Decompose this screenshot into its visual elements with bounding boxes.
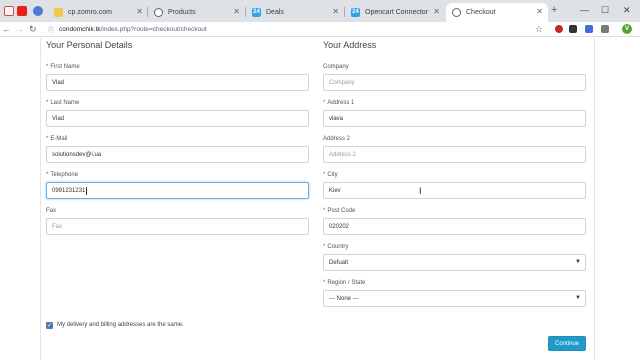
city-input[interactable]: Kiev <box>323 182 586 199</box>
tab-strip: cp.zomro.com ✕ Products ✕ 24 Deals ✕ 24 … <box>0 0 640 22</box>
required-marker: * <box>323 172 326 178</box>
city-label: * City <box>323 172 338 178</box>
tab-cp-zomro[interactable]: cp.zomro.com ✕ <box>48 3 148 22</box>
last-name-label: * Last Name <box>46 100 80 106</box>
info-icon[interactable]: ⓘ <box>48 25 54 34</box>
extension-icon[interactable] <box>585 25 593 33</box>
required-marker: * <box>46 64 49 70</box>
tab-checkout[interactable]: Checkout ✕ <box>446 3 548 22</box>
address2-label: Address 2 <box>323 136 351 142</box>
email-input[interactable]: solutionsdev@i.ua <box>46 146 309 163</box>
pinned-tab-settings-icon[interactable] <box>33 6 43 16</box>
first-name-label: * First Name <box>46 64 80 70</box>
close-window-icon[interactable]: ✕ <box>623 5 631 16</box>
bookmark-star-icon[interactable]: ☆ <box>535 24 543 35</box>
bitrix24-icon: 24 <box>252 8 261 17</box>
postcode-label: * Post Code <box>323 208 356 214</box>
region-label: * Region / State <box>323 280 366 286</box>
telephone-label: * Telephone <box>46 172 79 178</box>
telephone-input[interactable]: 0991231231 <box>46 182 309 199</box>
maximize-icon[interactable]: ☐ <box>601 5 609 16</box>
close-icon[interactable]: ✕ <box>332 8 339 16</box>
tab-opencart-connector[interactable]: 24 Opencart Connector ✕ <box>345 3 445 22</box>
mouse-ibeam-cursor-icon: I <box>419 186 422 196</box>
region-select[interactable]: --- None --- ▼ <box>323 290 586 307</box>
address-title: Your Address <box>323 40 377 50</box>
address1-input[interactable]: vlava <box>323 110 586 127</box>
required-marker: * <box>323 208 326 214</box>
extension-icon[interactable] <box>555 25 563 33</box>
url-host: condomchik.tk <box>59 26 101 33</box>
extension-icon[interactable] <box>601 25 609 33</box>
back-icon[interactable]: ← <box>2 24 11 35</box>
last-name-input[interactable]: Vlad <box>46 110 309 127</box>
address2-input[interactable]: Address 2 <box>323 146 586 163</box>
required-marker: * <box>323 244 326 250</box>
email-label: * E-Mail <box>46 136 68 142</box>
content-border <box>40 38 41 360</box>
address-bar[interactable]: ⓘ condomchik.tk/index.php?route=checkout… <box>48 23 548 36</box>
fax-label: Fax <box>46 208 57 214</box>
same-address-label: My delivery and billing addresses are th… <box>57 322 184 328</box>
minimize-icon[interactable]: — <box>580 5 589 15</box>
forward-icon[interactable]: → <box>15 24 24 35</box>
postcode-input[interactable]: 020202 <box>323 218 586 235</box>
close-icon[interactable]: ✕ <box>136 8 143 16</box>
required-marker: * <box>323 100 326 106</box>
close-icon[interactable]: ✕ <box>433 8 440 16</box>
tab-title: cp.zomro.com <box>68 9 112 16</box>
tab-deals[interactable]: 24 Deals ✕ <box>246 3 344 22</box>
text-caret <box>86 186 88 195</box>
company-label: Company <box>323 64 349 70</box>
address1-label: * Address 1 <box>323 100 355 106</box>
country-label: * Country <box>323 244 349 250</box>
required-marker: * <box>323 280 326 286</box>
company-input[interactable]: Company <box>323 74 586 91</box>
dropdown-arrow-icon: ▼ <box>575 259 581 265</box>
folder-icon <box>54 8 63 17</box>
tab-title: Products <box>168 9 196 16</box>
globe-icon <box>452 8 461 17</box>
personal-details-title: Your Personal Details <box>46 40 133 50</box>
url-path: /index.php?route=checkout/checkout <box>100 26 207 33</box>
dropdown-arrow-icon: ▼ <box>575 295 581 301</box>
browser-toolbar: ← → ↻ ⓘ condomchik.tk/index.php?route=ch… <box>0 22 640 37</box>
close-icon[interactable]: ✕ <box>536 8 543 16</box>
close-icon[interactable]: ✕ <box>233 8 240 16</box>
pinned-tab-youtube-icon[interactable] <box>17 6 27 16</box>
globe-icon <box>154 8 163 17</box>
required-marker: * <box>46 136 49 142</box>
required-marker: * <box>46 172 49 178</box>
extension-icon[interactable] <box>569 25 577 33</box>
bitrix24-icon: 24 <box>351 8 360 17</box>
continue-button[interactable]: Continue <box>548 336 586 351</box>
tab-title: Deals <box>266 9 284 16</box>
tab-products[interactable]: Products ✕ <box>148 3 245 22</box>
country-select[interactable]: Defualt ▼ <box>323 254 586 271</box>
required-marker: * <box>46 100 49 106</box>
reload-icon[interactable]: ↻ <box>29 24 37 35</box>
tab-title: Opencart Connector <box>365 9 429 16</box>
pinned-tab-gmail-icon[interactable] <box>4 6 14 16</box>
first-name-input[interactable]: Vlad <box>46 74 309 91</box>
new-tab-button[interactable]: + <box>551 4 557 16</box>
same-address-checkbox[interactable]: ✓ <box>46 322 53 329</box>
tab-title: Checkout <box>466 9 496 16</box>
content-border <box>594 38 595 360</box>
checkout-page: Your Personal Details * First Name Vlad *… <box>0 38 640 360</box>
fax-input[interactable]: Fax <box>46 218 309 235</box>
profile-avatar[interactable]: V <box>622 24 632 34</box>
